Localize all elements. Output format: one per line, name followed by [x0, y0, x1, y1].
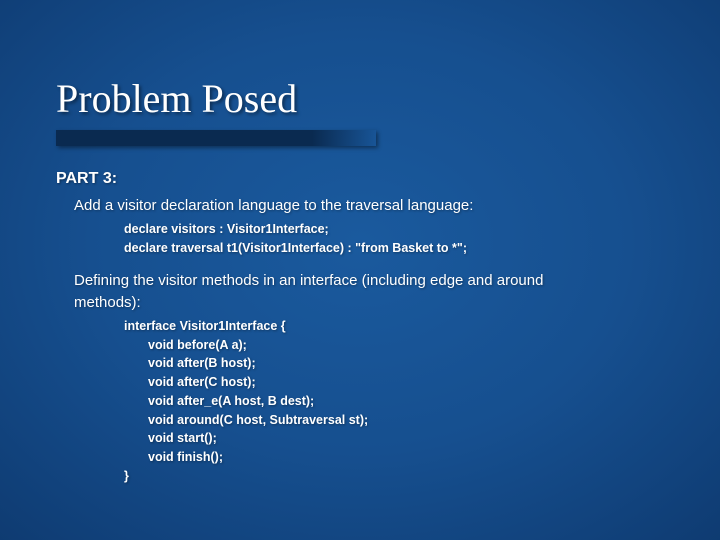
code-line: void finish(); — [124, 448, 676, 467]
intro-line-2a: Defining the visitor methods in an inter… — [74, 271, 676, 291]
intro-line-2b: methods): — [74, 293, 676, 313]
code-line: void start(); — [124, 429, 676, 448]
code-line: void before(A a); — [124, 336, 676, 355]
code-line: interface Visitor1Interface { — [124, 317, 676, 336]
code-block-2: interface Visitor1Interface { void befor… — [124, 317, 676, 486]
title-block: Problem Posed — [56, 78, 680, 146]
code-line: void after_e(A host, B dest); — [124, 392, 676, 411]
slide-body: PART 3: Add a visitor declaration langua… — [56, 168, 676, 500]
code-line: void after(B host); — [124, 354, 676, 373]
intro-line-1: Add a visitor declaration language to th… — [74, 196, 676, 216]
slide: Problem Posed PART 3: Add a visitor decl… — [0, 0, 720, 540]
code-line: declare visitors : Visitor1Interface; — [124, 220, 676, 239]
code-line: void around(C host, Subtraversal st); — [124, 411, 676, 430]
code-block-1: declare visitors : Visitor1Interface; de… — [124, 220, 676, 258]
title-underline — [56, 130, 376, 146]
code-line: void after(C host); — [124, 373, 676, 392]
code-line: } — [124, 467, 676, 486]
slide-title: Problem Posed — [56, 78, 680, 120]
code-line: declare traversal t1(Visitor1Interface) … — [124, 239, 676, 258]
part-label: PART 3: — [56, 168, 676, 190]
